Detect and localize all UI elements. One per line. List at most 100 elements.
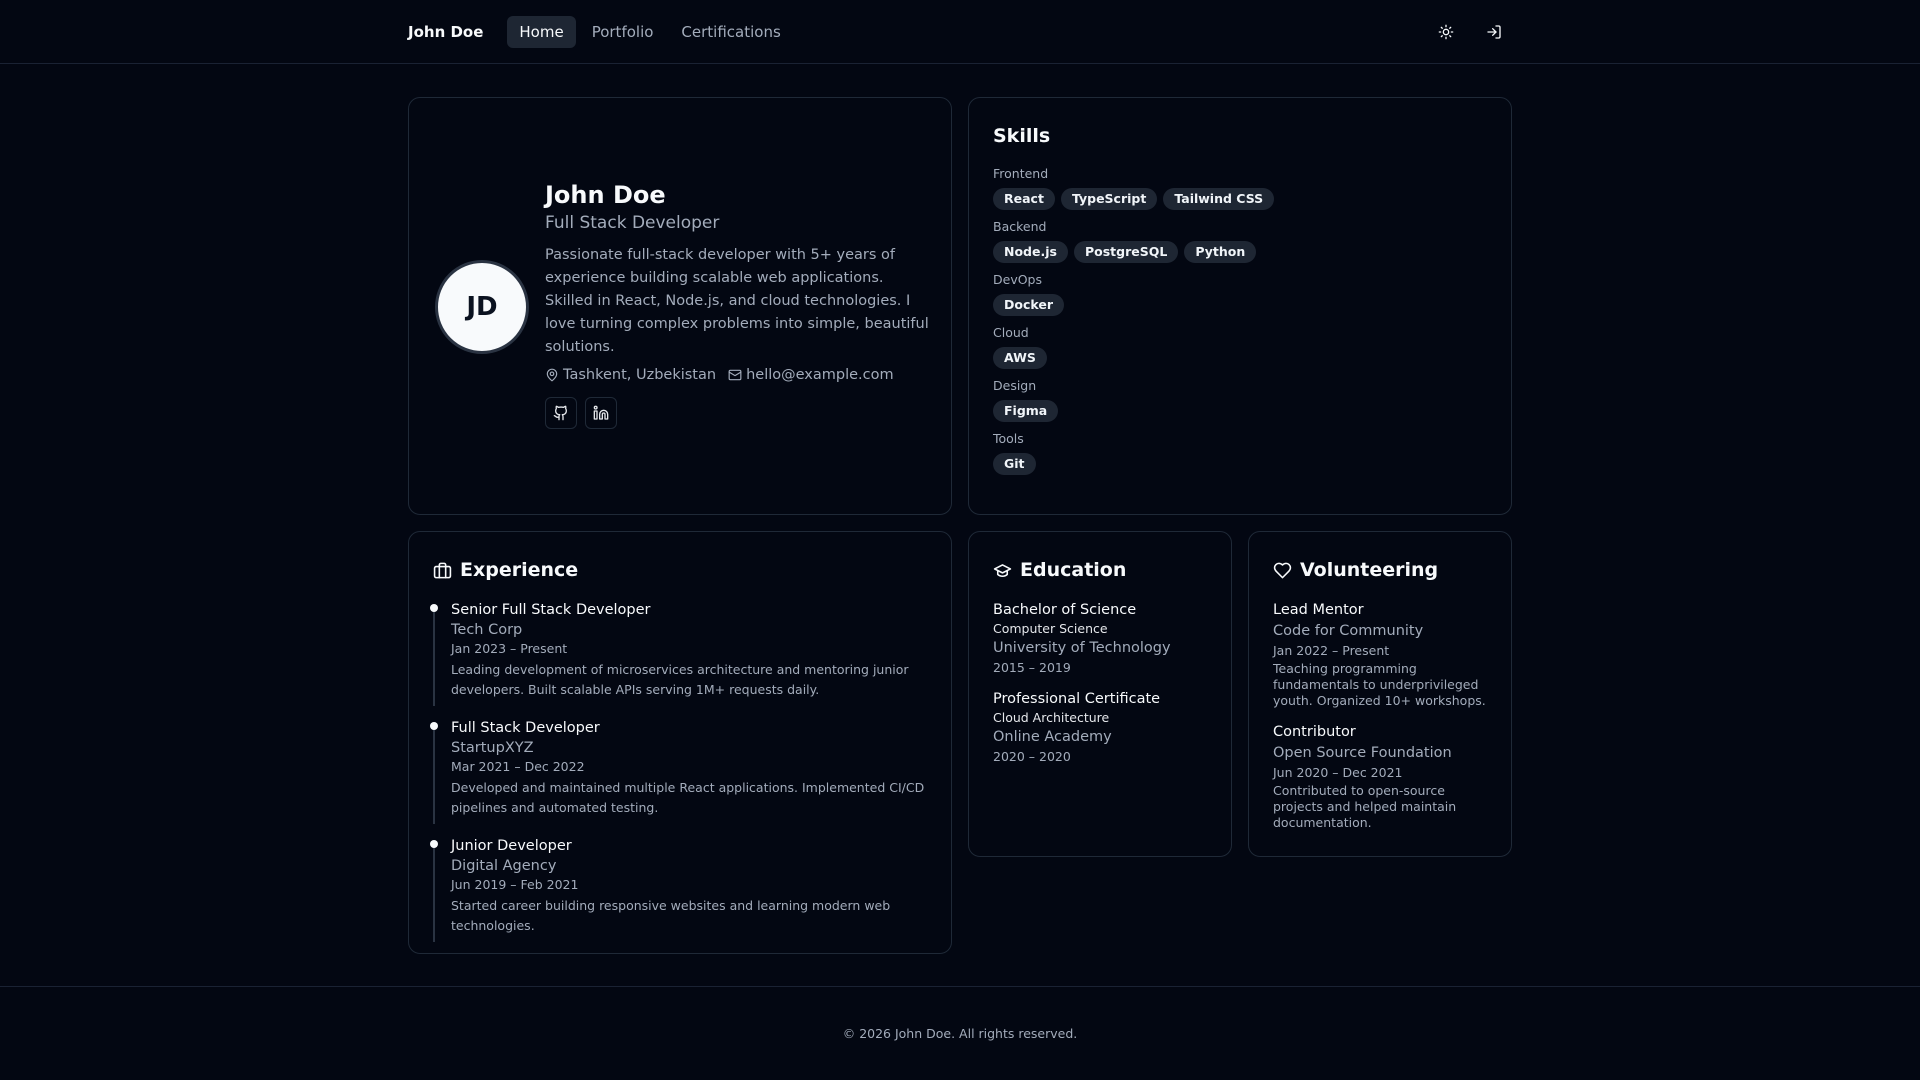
skill-group-tools: Tools Git (993, 431, 1274, 475)
skill-tags: Node.js PostgreSQL Python (993, 241, 1274, 263)
education-degree: Professional Certificate (993, 691, 1161, 707)
timeline-line (433, 724, 435, 824)
profile-meta: Tashkent, Uzbekistan hello@example.com (545, 367, 935, 383)
briefcase-icon (433, 562, 452, 578)
experience-title-text: Experience (460, 559, 579, 581)
volunteering-role: Lead Mentor (1273, 602, 1364, 618)
experience-item: Full Stack Developer StartupXYZ Mar 2021… (430, 718, 933, 824)
timeline-dot (430, 722, 438, 730)
experience-company: Digital Agency (451, 858, 557, 874)
timeline-dot (430, 840, 438, 848)
skill-tag: Figma (993, 400, 1059, 422)
skill-tag: Docker (993, 294, 1064, 316)
experience-dates: Mar 2021 – Dec 2022 (451, 759, 585, 774)
education-institution: Online Academy (993, 729, 1112, 745)
theme-toggle-button[interactable] (1428, 14, 1464, 50)
nav-certifications-link[interactable]: Certifications (669, 16, 792, 48)
skills-list: Frontend React TypeScript Tailwind CSS B… (993, 166, 1275, 484)
copyright-text: © 2026 John Doe. All rights reserved. (842, 1026, 1078, 1041)
skill-tag: TypeScript (1060, 188, 1158, 210)
top-navbar: John Doe Home Portfolio Certifications (0, 0, 1920, 64)
skill-group-label: Tools (993, 431, 1024, 446)
email-item[interactable]: hello@example.com (728, 367, 894, 383)
education-item: Bachelor of Science Computer Science Uni… (993, 600, 1213, 676)
skill-tag: PostgreSQL (1073, 241, 1179, 263)
volunteering-description: Teaching programming fundamentals to und… (1273, 661, 1486, 708)
skill-tags: React TypeScript Tailwind CSS (993, 188, 1275, 210)
skill-group-frontend: Frontend React TypeScript Tailwind CSS (993, 166, 1275, 210)
github-icon (553, 405, 568, 421)
skill-tag: React (993, 188, 1055, 210)
education-list: Bachelor of Science Computer Science Uni… (993, 600, 1213, 778)
main-nav: Home Portfolio Certifications (507, 16, 792, 48)
education-dates: 2015 – 2019 (993, 660, 1071, 675)
experience-description: Developed and maintained multiple React … (451, 780, 925, 815)
skill-group-cloud: Cloud AWS (993, 325, 1274, 369)
experience-role: Senior Full Stack Developer (451, 602, 651, 618)
navbar-inner: John Doe Home Portfolio Certifications (408, 0, 1512, 64)
github-link-button[interactable] (545, 397, 577, 429)
skill-tag: Git (993, 453, 1036, 475)
volunteering-list: Lead Mentor Code for Community Jan 2022 … (1273, 600, 1493, 844)
location-text: Tashkent, Uzbekistan (563, 367, 717, 383)
skill-group-devops: DevOps Docker (993, 272, 1274, 316)
skill-group-label: Cloud (993, 325, 1029, 340)
experience-card: Experience Senior Full Stack Developer T… (408, 531, 952, 954)
timeline-line (433, 606, 435, 706)
timeline-dot (430, 604, 438, 612)
volunteering-organization: Open Source Foundation (1273, 745, 1452, 761)
experience-description: Leading development of microservices arc… (451, 662, 909, 697)
email-text[interactable]: hello@example.com (746, 367, 894, 383)
skill-tag: AWS (993, 347, 1047, 369)
volunteering-role: Contributor (1273, 724, 1356, 740)
skill-group-backend: Backend Node.js PostgreSQL Python (993, 219, 1274, 263)
education-item: Professional Certificate Cloud Architect… (993, 689, 1213, 765)
heart-icon (1273, 562, 1292, 578)
education-degree: Bachelor of Science (993, 602, 1137, 618)
skill-group-label: DevOps (993, 272, 1042, 287)
experience-description: Started career building responsive websi… (451, 898, 891, 933)
profile-card: JD John Doe Full Stack Developer Passion… (408, 97, 952, 515)
volunteering-organization: Code for Community (1273, 623, 1424, 639)
experience-dates: Jun 2019 – Feb 2021 (451, 877, 579, 892)
profile-name: John Doe (545, 181, 666, 209)
education-dates: 2020 – 2020 (993, 749, 1071, 764)
skill-tags: Docker (993, 294, 1274, 316)
timeline-line (433, 842, 435, 942)
skill-tag: Python (1184, 241, 1257, 263)
volunteering-dates: Jan 2022 – Present (1273, 643, 1390, 658)
skill-tag: Tailwind CSS (1163, 188, 1275, 210)
nav-portfolio-link[interactable]: Portfolio (580, 16, 666, 48)
experience-role: Full Stack Developer (451, 720, 600, 736)
nav-home-link[interactable]: Home (507, 16, 576, 48)
experience-item: Senior Full Stack Developer Tech Corp Ja… (430, 600, 933, 706)
skill-tag: Node.js (993, 241, 1068, 263)
education-title: Education (993, 558, 1126, 582)
skill-group-label: Design (993, 378, 1037, 393)
avatar: JD (435, 260, 529, 354)
linkedin-link-button[interactable] (585, 397, 617, 429)
education-title-text: Education (1020, 559, 1127, 581)
experience-company: StartupXYZ (451, 740, 534, 756)
experience-company: Tech Corp (451, 622, 523, 638)
volunteering-title: Volunteering (1273, 558, 1438, 582)
skill-tags: AWS (993, 347, 1274, 369)
experience-item: Junior Developer Digital Agency Jun 2019… (430, 836, 933, 942)
profile-body: John Doe Full Stack Developer Passionate… (545, 180, 935, 429)
skills-title: Skills (993, 125, 1051, 147)
mail-icon (728, 369, 742, 381)
experience-list: Senior Full Stack Developer Tech Corp Ja… (430, 600, 933, 954)
experience-title: Experience (433, 558, 578, 582)
header-actions (1428, 14, 1512, 50)
education-field: Computer Science (993, 621, 1108, 636)
login-button[interactable] (1476, 14, 1512, 50)
experience-role: Junior Developer (451, 838, 572, 854)
volunteering-description: Contributed to open-source projects and … (1273, 783, 1457, 830)
profile-bio: Passionate full-stack developer with 5+ … (545, 247, 929, 355)
education-field: Cloud Architecture (993, 710, 1110, 725)
brand-logo-link[interactable]: John Doe (408, 23, 483, 41)
sun-icon (1438, 24, 1454, 40)
social-links (545, 397, 935, 429)
page-footer: © 2026 John Doe. All rights reserved. (0, 986, 1920, 1080)
log-in-icon (1487, 25, 1501, 39)
